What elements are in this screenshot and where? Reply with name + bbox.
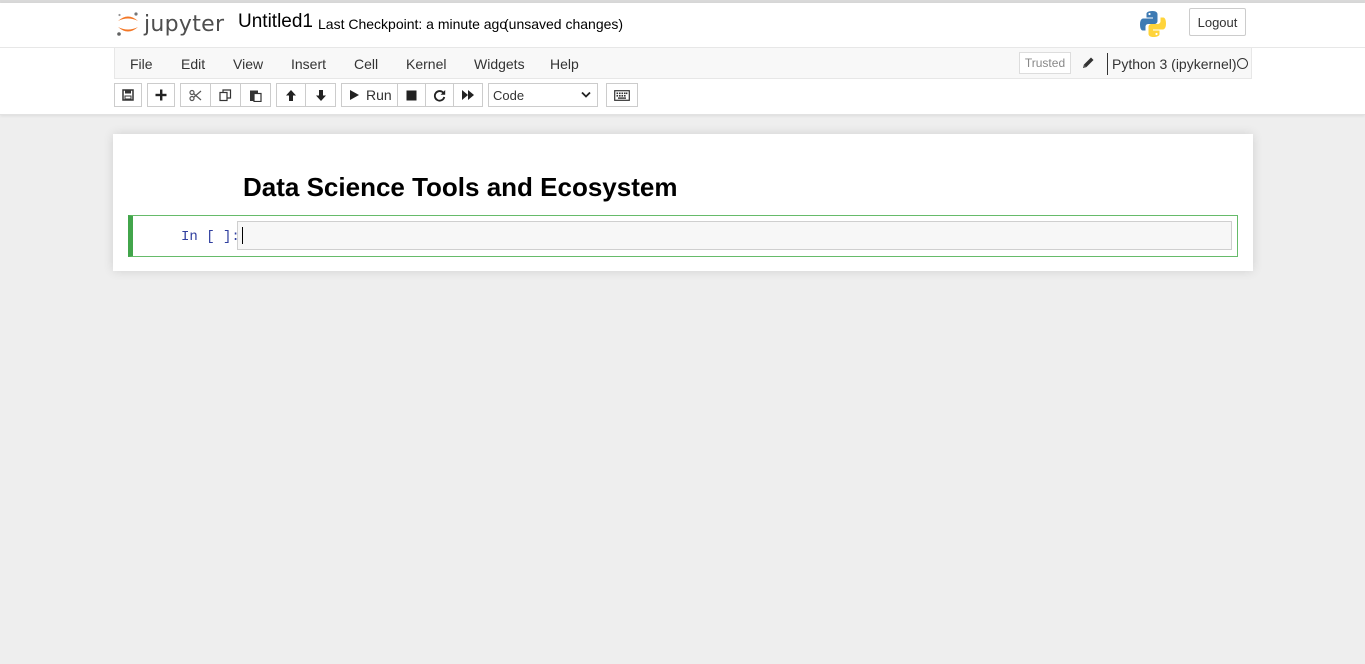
keyboard-icon (614, 89, 630, 101)
play-icon (350, 90, 359, 100)
checkpoint-status: Last Checkpoint: a minute ago (318, 16, 508, 32)
restart-run-all-button[interactable] (453, 83, 483, 107)
code-editor[interactable] (237, 221, 1232, 250)
arrow-down-icon (315, 89, 326, 101)
notebook-header: jupyter Untitled1 Last Checkpoint: a min… (0, 3, 1365, 115)
stop-icon (406, 90, 417, 100)
notebook-name[interactable]: Untitled1 (238, 11, 313, 33)
kernel-name[interactable]: Python 3 (ipykernel) (1112, 56, 1237, 72)
kernel-divider (1107, 53, 1108, 75)
trusted-indicator[interactable]: Trusted (1019, 52, 1071, 74)
command-palette-button[interactable] (606, 83, 638, 107)
run-button[interactable]: Run (341, 83, 398, 107)
save-button[interactable] (114, 83, 142, 107)
menu-view[interactable]: View (233, 56, 263, 72)
menu-insert[interactable]: Insert (291, 56, 326, 72)
paste-icon (250, 90, 262, 102)
cut-icon (189, 89, 202, 101)
arrow-up-icon (286, 89, 296, 101)
fast-forward-icon (462, 90, 474, 100)
cell-type-value: Code (493, 87, 525, 103)
copy-button[interactable] (210, 83, 241, 107)
restart-icon (433, 89, 446, 102)
header-row: jupyter Untitled1 Last Checkpoint: a min… (0, 3, 1365, 48)
menu-widgets[interactable]: Widgets (474, 56, 525, 72)
kernel-idle-icon (1237, 58, 1248, 69)
menu-kernel[interactable]: Kernel (406, 56, 446, 72)
menu-file[interactable]: File (130, 56, 153, 72)
cell-type-select[interactable]: Code (488, 83, 598, 107)
move-up-button[interactable] (276, 83, 306, 107)
restart-button[interactable] (425, 83, 454, 107)
pencil-icon[interactable] (1082, 56, 1095, 74)
autosave-status: (unsaved changes) (504, 16, 624, 32)
toolbar: Run Code (0, 83, 1365, 111)
code-cell[interactable]: In [ ]: (128, 215, 1238, 257)
chevron-down-icon (581, 91, 591, 98)
save-icon (122, 89, 134, 101)
plus-icon (155, 89, 167, 101)
interrupt-button[interactable] (397, 83, 426, 107)
logo-text: jupyter (144, 11, 225, 37)
menu-help[interactable]: Help (550, 56, 579, 72)
cell-prompt: In [ ]: (181, 229, 240, 245)
cut-button[interactable] (180, 83, 211, 107)
menu-edit[interactable]: Edit (181, 56, 205, 72)
copy-icon (219, 88, 232, 101)
run-label: Run (366, 87, 392, 103)
move-down-button[interactable] (305, 83, 336, 107)
jupyter-logo-icon (117, 12, 138, 36)
jupyter-logo[interactable]: jupyter (116, 9, 224, 39)
menu-cell[interactable]: Cell (354, 56, 378, 72)
markdown-heading[interactable]: Data Science Tools and Ecosystem (243, 172, 677, 203)
python-icon (1138, 9, 1168, 44)
paste-button[interactable] (240, 83, 271, 107)
notebook-container: Data Science Tools and Ecosystem In [ ]: (113, 134, 1253, 271)
menubar: File Edit View Insert Cell Kernel Widget… (114, 47, 1252, 79)
text-cursor (242, 227, 243, 244)
insert-cell-button[interactable] (147, 83, 175, 107)
logout-button[interactable]: Logout (1189, 8, 1246, 36)
